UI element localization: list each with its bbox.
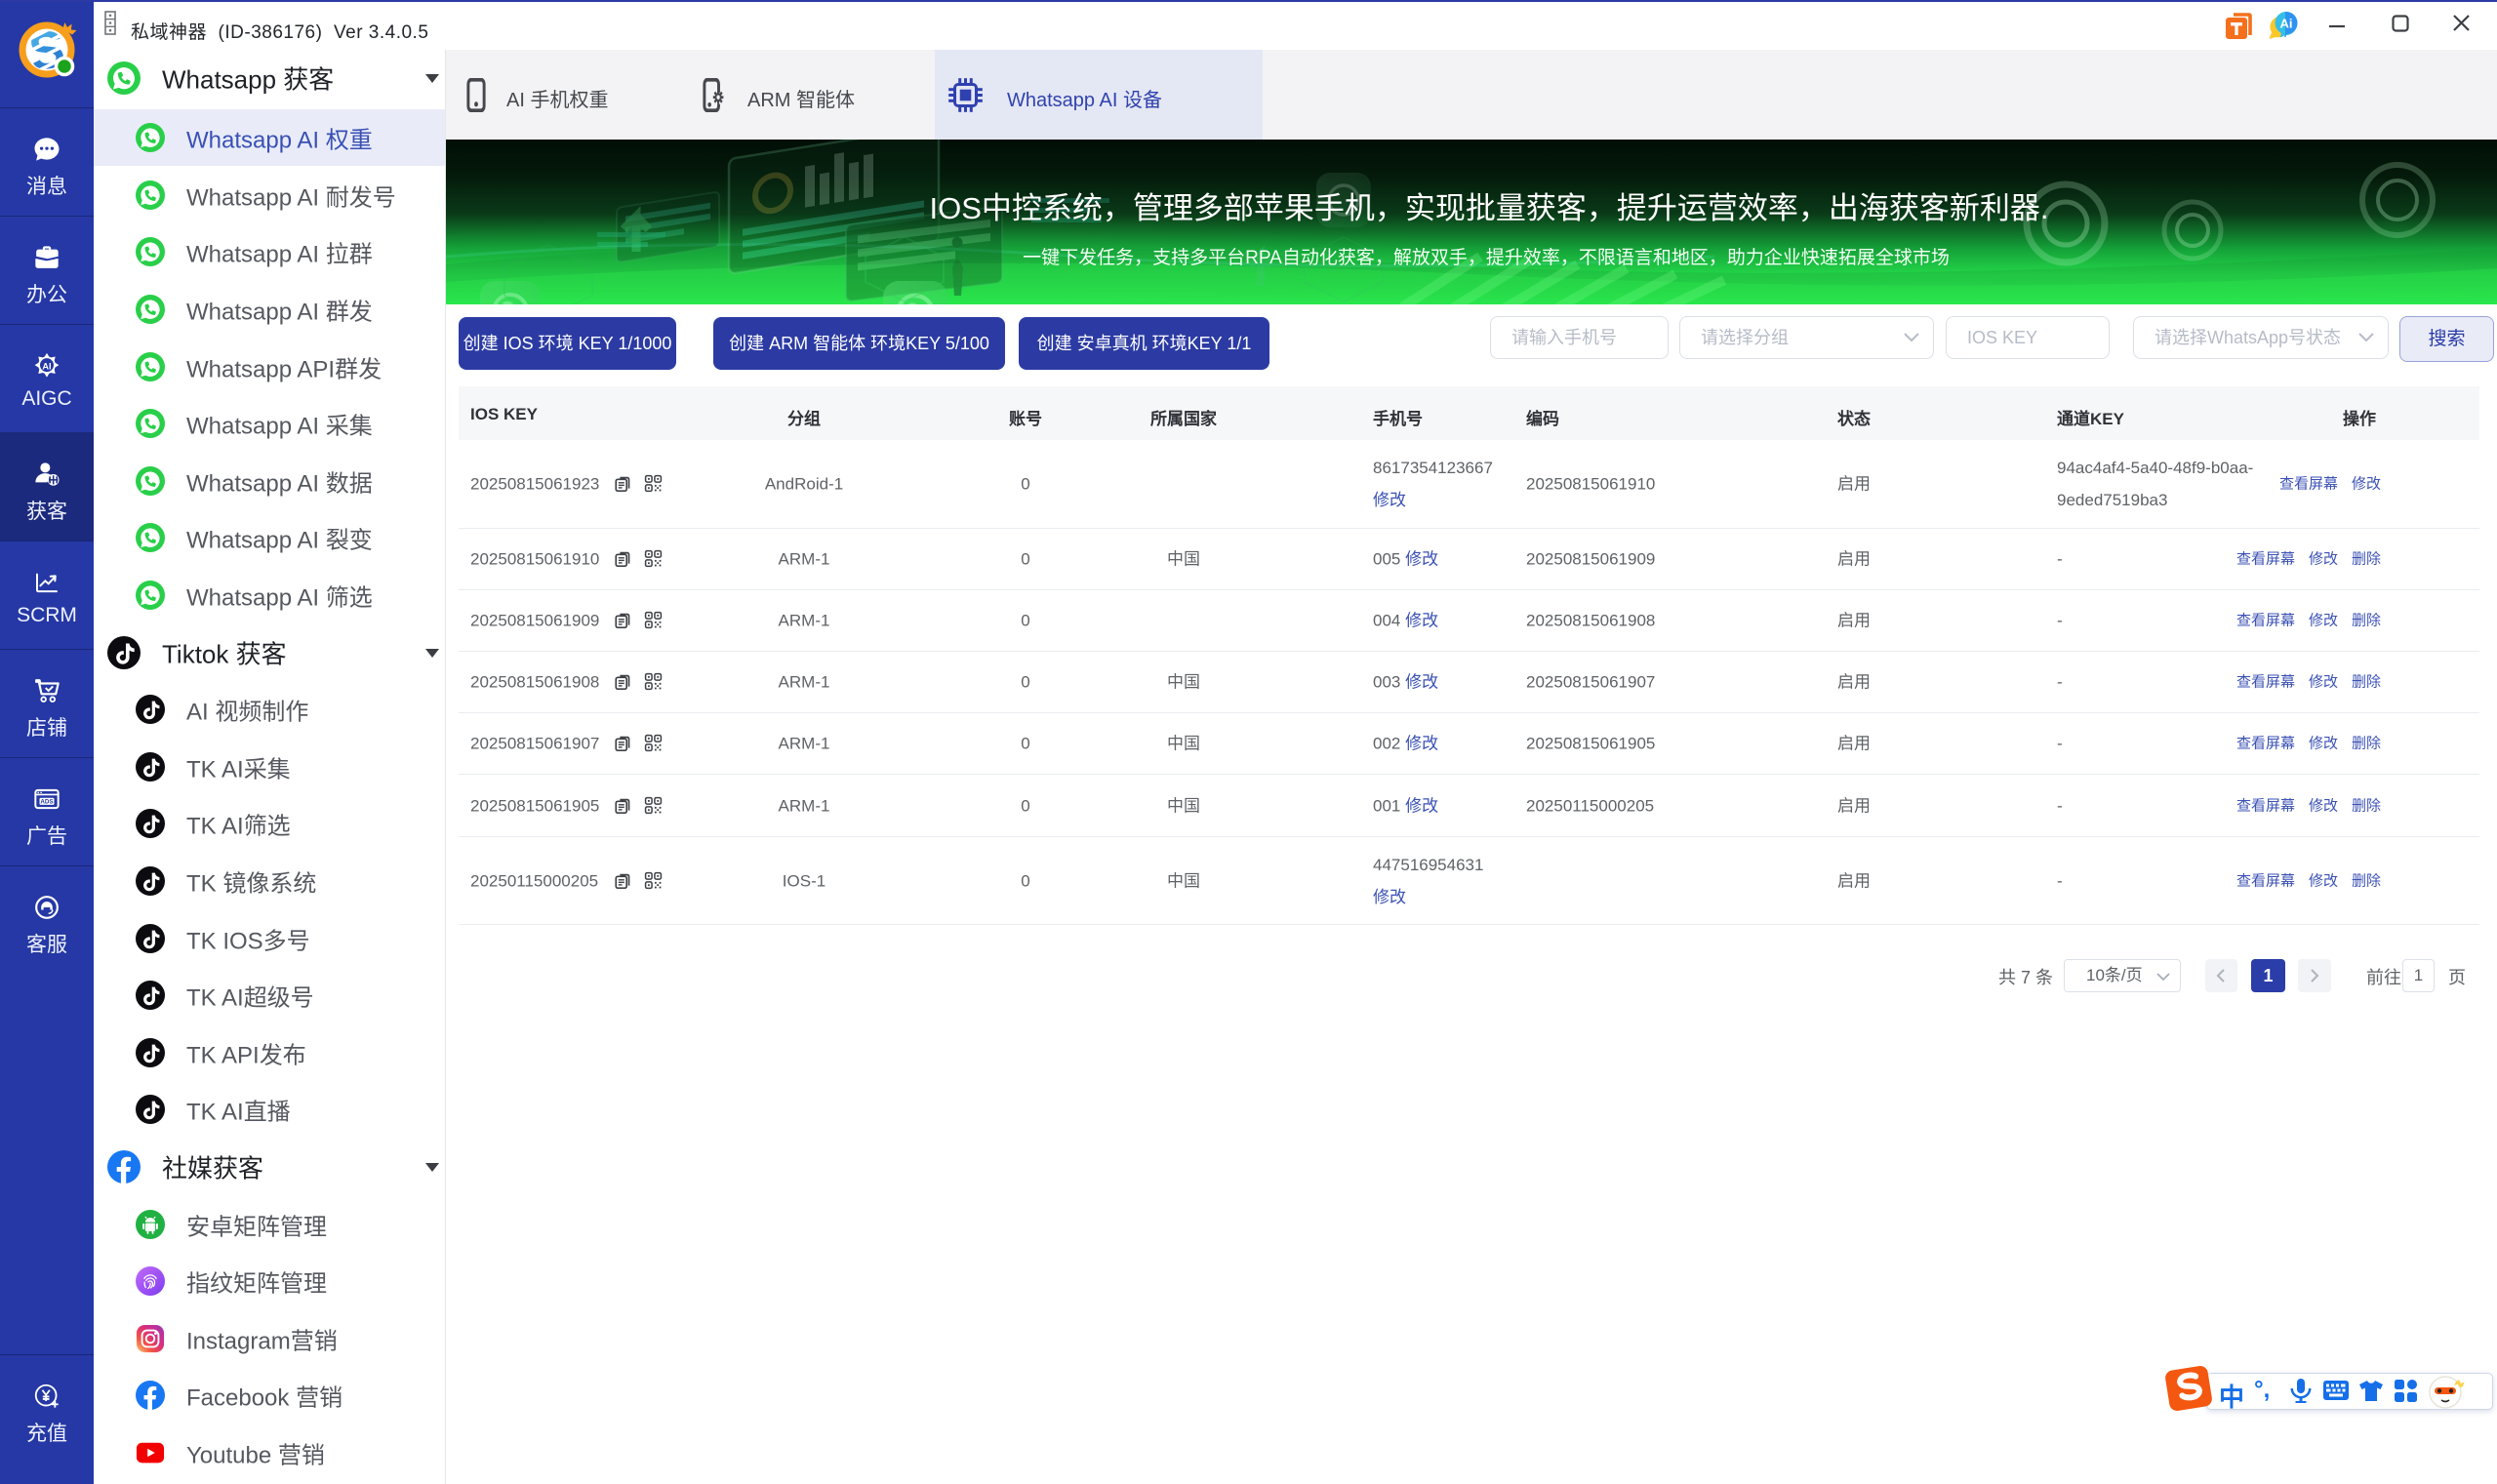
- svg-text:AI: AI: [42, 361, 51, 371]
- svg-text:ADS: ADS: [40, 799, 53, 806]
- svg-text:Ai: Ai: [2280, 17, 2293, 31]
